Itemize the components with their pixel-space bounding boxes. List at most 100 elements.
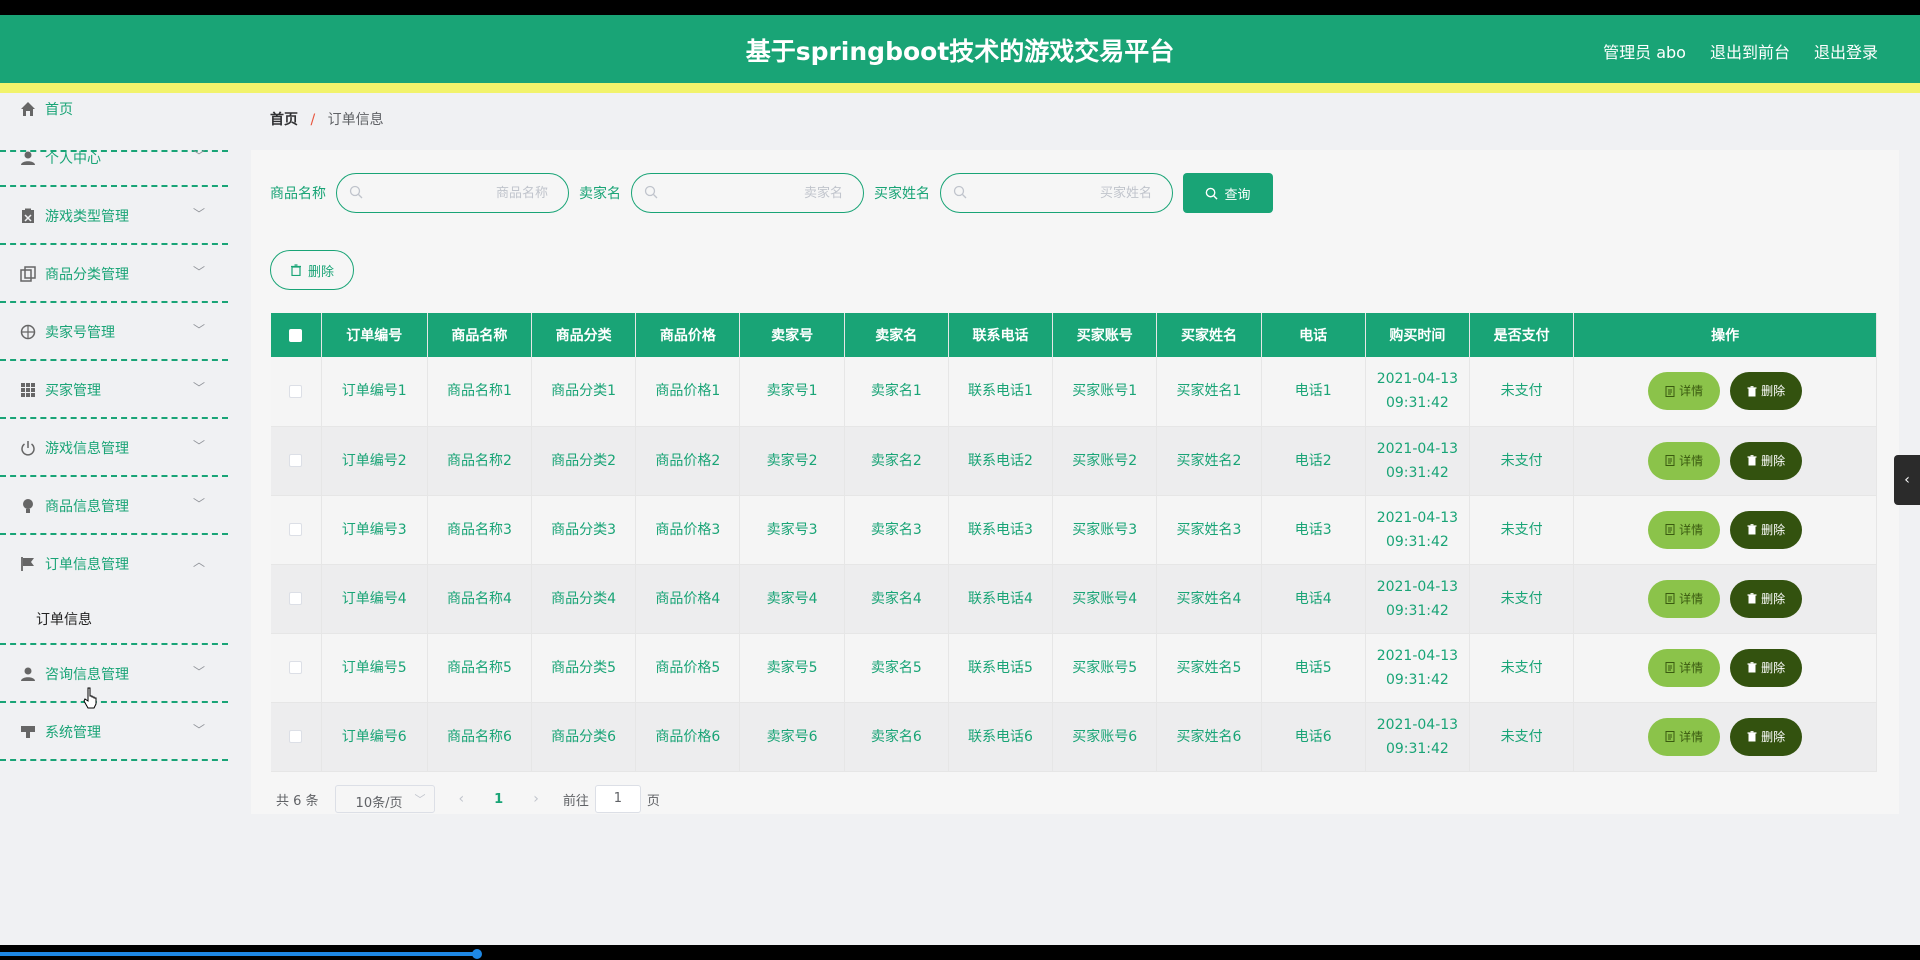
chevron-up-icon: ︿ — [192, 555, 205, 569]
column-header[interactable]: 是否支付 — [1469, 313, 1575, 357]
seller-name-input[interactable] — [666, 174, 843, 212]
sidebar-item-buyer[interactable]: 买家管理 ﹀ — [0, 361, 228, 419]
sidebar-item-product-info[interactable]: 商品信息管理 ﹀ — [0, 477, 228, 535]
page-number[interactable]: 1 — [494, 792, 503, 807]
query-button[interactable]: 查询 — [1183, 173, 1273, 213]
actions-cell: 详情 删除 — [1573, 564, 1877, 634]
column-header[interactable]: 购买时间 — [1365, 313, 1471, 357]
actions-cell: 详情 删除 — [1573, 633, 1877, 703]
delete-button[interactable]: 删除 — [1730, 717, 1803, 756]
bulk-delete-button[interactable]: 删除 — [270, 250, 354, 290]
trash-icon — [1747, 455, 1757, 466]
document-icon — [1665, 593, 1675, 604]
detail-button[interactable]: 详情 — [1648, 648, 1721, 687]
table-row: 订单编号3 商品名称3 商品分类3 商品价格3 卖家号3 卖家名3 联系电话3 买家账号3 买家… — [271, 495, 1877, 565]
video-progress-bar[interactable] — [0, 952, 478, 956]
admin-user-label[interactable]: 管理员 abo — [1603, 39, 1686, 63]
prev-page-button[interactable]: ‹ — [459, 791, 465, 807]
column-header[interactable]: 商品分类 — [531, 313, 637, 357]
column-header[interactable]: 订单编号 — [321, 313, 428, 357]
purchase-time: 09:31:42 — [1385, 464, 1449, 481]
copy-icon — [20, 266, 36, 282]
column-header[interactable]: 电话 — [1261, 313, 1366, 357]
table-cell: 卖家名2 — [844, 426, 949, 496]
seller-name-field[interactable] — [631, 173, 864, 213]
sidebar-item-label: 个人中心 — [45, 151, 101, 167]
exit-to-front-link[interactable]: 退出到前台 — [1710, 39, 1790, 63]
purchase-date: 2021-04-13 — [1376, 440, 1459, 457]
row-checkbox[interactable] — [289, 730, 303, 743]
next-page-button[interactable]: › — [533, 791, 539, 807]
sidebar-subitem-label: 订单信息 — [36, 612, 92, 628]
hand-cursor-icon — [83, 687, 97, 709]
sidebar-item-label: 咨询信息管理 — [45, 667, 129, 683]
sidebar-item-system[interactable]: 系统管理 ﹀ — [0, 703, 228, 761]
column-header[interactable]: 商品名称 — [427, 313, 533, 357]
sidebar-item-game-type[interactable]: 游戏类型管理 ﹀ — [0, 187, 228, 245]
goto-page-input[interactable]: 1 — [594, 785, 641, 813]
row-checkbox[interactable] — [289, 523, 303, 536]
table-cell: 卖家号5 — [739, 633, 845, 703]
product-name-field[interactable] — [336, 173, 569, 213]
delete-button[interactable]: 删除 — [1730, 510, 1803, 549]
payment-status-cell: 未支付 — [1469, 633, 1575, 703]
sidebar-item-game-info[interactable]: 游戏信息管理 ﹀ — [0, 419, 228, 477]
buyer-name-field[interactable] — [940, 173, 1173, 213]
sidebar-item-product-category[interactable]: 商品分类管理 ﹀ — [0, 245, 228, 303]
document-icon — [1665, 455, 1675, 466]
column-header[interactable]: 卖家名 — [844, 313, 949, 357]
detail-button[interactable]: 详情 — [1648, 372, 1721, 411]
breadcrumb-home[interactable]: 首页 — [270, 112, 298, 128]
sidebar-item-order-info[interactable]: 订单信息管理 ︿ — [0, 535, 228, 593]
table-cell: 商品名称1 — [427, 357, 533, 427]
total-count: 共 6 条 — [276, 793, 319, 809]
page-size-select[interactable]: 10条/页 ﹀ — [334, 785, 435, 813]
row-checkbox[interactable] — [289, 592, 303, 605]
logout-link[interactable]: 退出登录 — [1814, 39, 1878, 63]
collapse-tab[interactable]: ‹ — [1894, 455, 1920, 505]
sidebar-item-seller-account[interactable]: 卖家号管理 ﹀ — [0, 303, 228, 361]
search-icon — [644, 185, 658, 199]
detail-button[interactable]: 详情 — [1648, 579, 1721, 618]
actions-cell: 详情 删除 — [1573, 495, 1877, 565]
detail-button[interactable]: 详情 — [1648, 717, 1721, 756]
product-name-input[interactable] — [371, 174, 548, 212]
trash-icon — [1747, 662, 1757, 673]
row-checkbox[interactable] — [289, 384, 303, 398]
trash-icon — [1747, 385, 1757, 397]
sidebar-item-label: 游戏信息管理 — [45, 441, 129, 457]
sidebar-item-consult-info[interactable]: 咨询信息管理 ﹀ — [0, 645, 228, 703]
progress-handle[interactable] — [472, 949, 482, 959]
payment-status-cell: 未支付 — [1469, 564, 1575, 634]
row-checkbox[interactable] — [289, 454, 303, 467]
delete-button[interactable]: 删除 — [1730, 579, 1803, 618]
table-cell: 买家账号1 — [1052, 357, 1158, 427]
sidebar-subitem-order-info[interactable]: 订单信息 — [0, 593, 228, 645]
table-cell: 商品价格4 — [635, 564, 741, 634]
row-checkbox[interactable] — [289, 661, 303, 674]
orders-table: 订单编号 商品名称 商品分类 商品价格 卖家号 卖家名 联系电话 买家账号 买家… — [271, 313, 1877, 772]
detail-button[interactable]: 详情 — [1648, 510, 1721, 549]
document-icon — [1665, 385, 1675, 397]
delete-button[interactable]: 删除 — [1730, 648, 1803, 687]
sidebar-item-personal-center[interactable]: 个人中心 ﹀ — [0, 129, 228, 187]
buyer-name-input[interactable] — [975, 174, 1152, 212]
detail-button[interactable]: 详情 — [1648, 441, 1721, 480]
column-header[interactable]: 买家账号 — [1052, 313, 1158, 357]
sidebar-item-label: 买家管理 — [45, 383, 101, 399]
column-header[interactable]: 联系电话 — [948, 313, 1054, 357]
column-header[interactable]: 卖家号 — [739, 313, 845, 357]
chevron-down-icon: ﹀ — [192, 439, 205, 453]
table-cell: 订单编号3 — [321, 495, 428, 565]
column-header[interactable]: 商品价格 — [635, 313, 741, 357]
delete-button[interactable]: 删除 — [1730, 372, 1803, 411]
table-cell: 商品价格3 — [635, 495, 741, 565]
page-suffix: 页 — [646, 793, 660, 809]
delete-button[interactable]: 删除 — [1730, 441, 1803, 480]
table-row: 订单编号2 商品名称2 商品分类2 商品价格2 卖家号2 卖家名2 联系电话2 买家账号2 买家… — [271, 426, 1877, 496]
purchase-date: 2021-04-13 — [1376, 371, 1459, 388]
document-icon — [1665, 662, 1675, 673]
select-all-checkbox[interactable] — [289, 328, 303, 342]
column-header[interactable]: 买家姓名 — [1156, 313, 1262, 357]
table-cell: 商品分类3 — [531, 495, 637, 565]
